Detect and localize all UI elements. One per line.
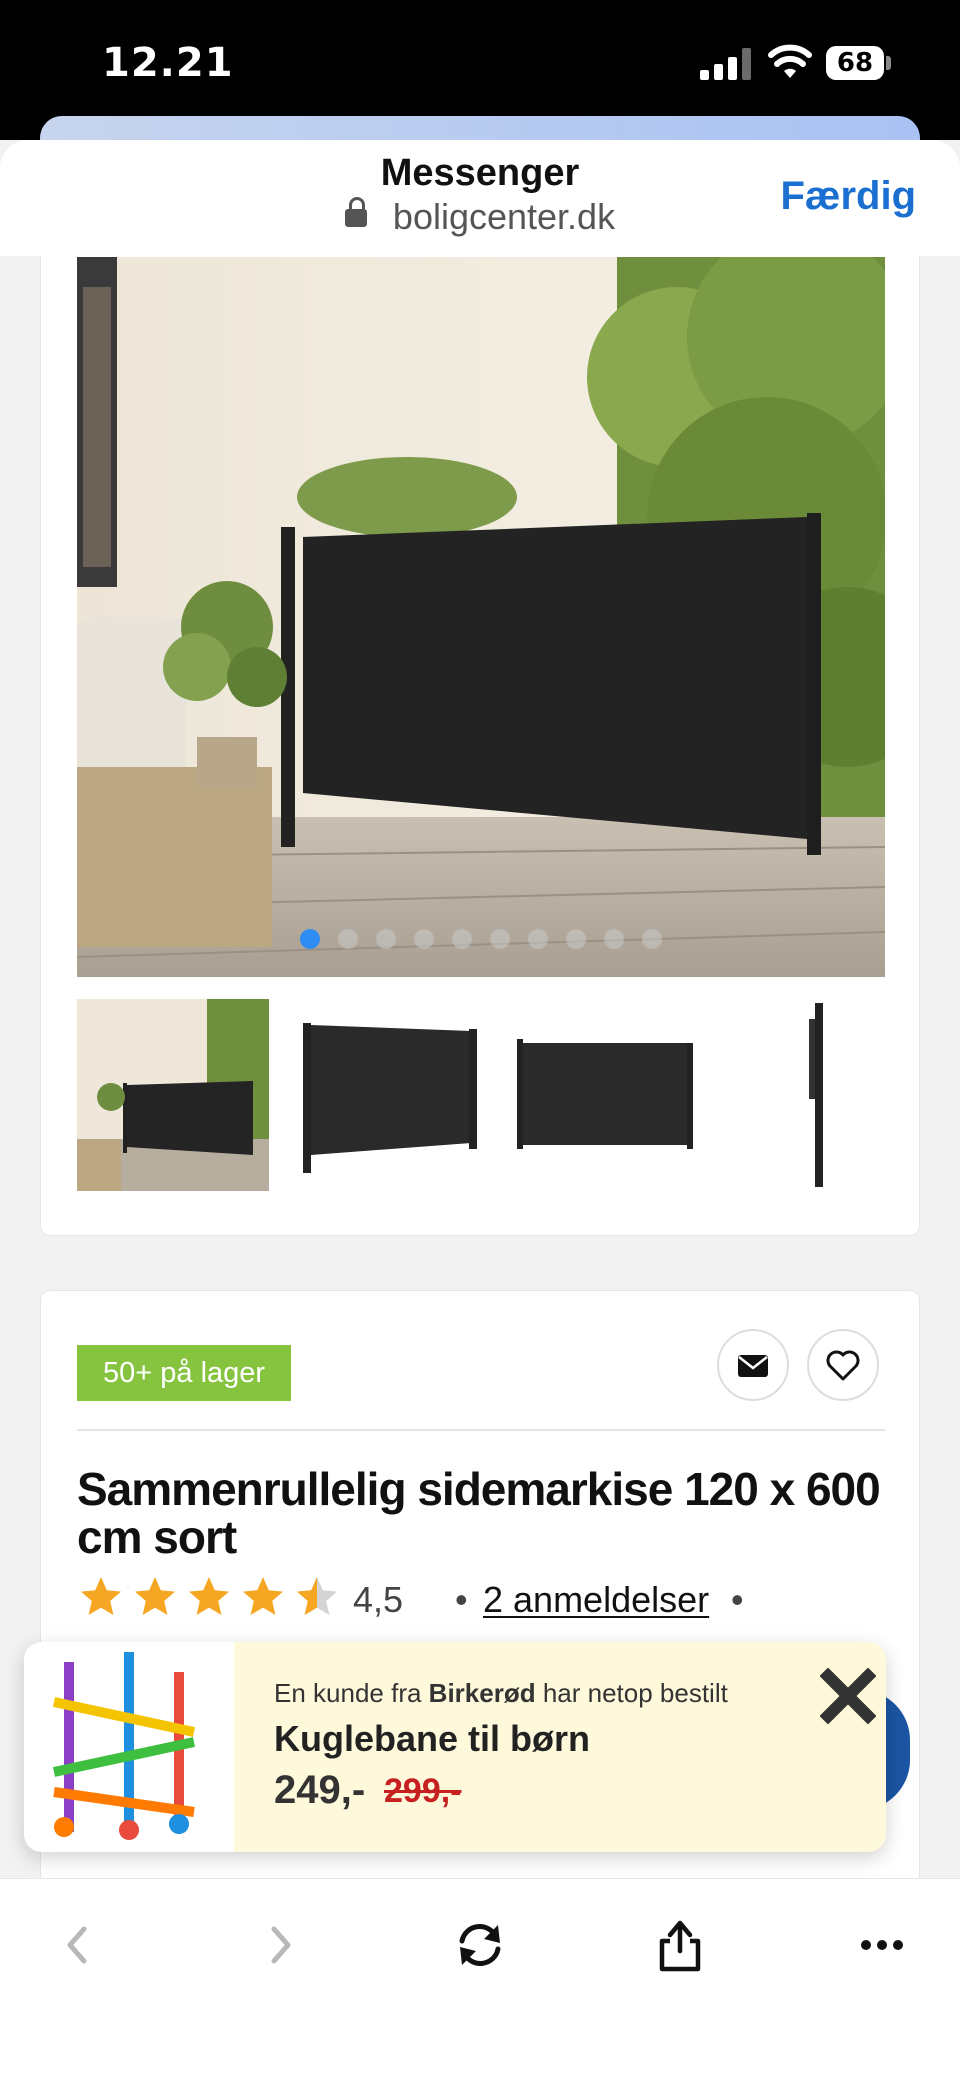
- star-icon: [135, 1577, 175, 1615]
- email-share-button[interactable]: [717, 1329, 789, 1401]
- back-icon[interactable]: [48, 1915, 108, 1975]
- product-photo: [77, 257, 885, 977]
- url-text: boligcenter.dk: [392, 196, 616, 237]
- gallery-dot[interactable]: [452, 929, 472, 949]
- toast-product-image: [24, 1642, 234, 1852]
- more-options-icon[interactable]: [852, 1915, 912, 1975]
- envelope-icon: [738, 1355, 768, 1377]
- gallery-dot[interactable]: [528, 929, 548, 949]
- recent-order-popup[interactable]: En kunde fra Birkerød har netop bestilt …: [24, 1642, 886, 1852]
- browser-toolbar: [0, 1878, 960, 2078]
- thumbnail-4[interactable]: [725, 999, 917, 1191]
- done-button[interactable]: Færdig: [780, 174, 916, 219]
- forward-icon[interactable]: [250, 1915, 310, 1975]
- reviews-link[interactable]: 2 anmeldelser: [483, 1579, 709, 1621]
- gallery-dot[interactable]: [566, 929, 586, 949]
- separator: •: [455, 1579, 468, 1620]
- toast-old-price: 299,-: [384, 1772, 462, 1810]
- star-icon: [189, 1577, 229, 1615]
- battery-icon: 68: [826, 46, 884, 80]
- battery-tip: [886, 56, 891, 70]
- divider: [77, 1429, 885, 1431]
- thumbnail-2[interactable]: [293, 999, 485, 1191]
- toast-prefix: En kunde fra: [274, 1678, 422, 1708]
- star-icon: [243, 1577, 283, 1615]
- gallery-dot[interactable]: [490, 929, 510, 949]
- web-page[interactable]: 50+ på lager Sammenrullelig sidemarkise …: [0, 256, 960, 1878]
- share-icon[interactable]: [650, 1915, 710, 1975]
- gallery-dot[interactable]: [604, 929, 624, 949]
- gallery-pagination: [77, 929, 885, 954]
- separator: •: [731, 1579, 744, 1620]
- toast-product-name: Kuglebane til børn: [274, 1718, 591, 1759]
- gallery-dot[interactable]: [376, 929, 396, 949]
- status-time: 12.21: [102, 40, 234, 86]
- wishlist-button[interactable]: [807, 1329, 879, 1401]
- thumbnail-3[interactable]: [509, 999, 701, 1191]
- rating-value: 4,5: [353, 1579, 404, 1620]
- wifi-icon: [768, 44, 812, 78]
- toast-city: Birkerød: [428, 1678, 536, 1708]
- close-icon[interactable]: [820, 1668, 876, 1724]
- product-title: Sammenrullelig sidemarkise 120 x 600 cm …: [77, 1463, 881, 1563]
- star-icon: [81, 1577, 121, 1615]
- gallery-dot[interactable]: [300, 929, 320, 949]
- thumbnail-1[interactable]: [77, 999, 269, 1191]
- gallery-dot[interactable]: [338, 929, 358, 949]
- toast-suffix: har netop bestilt: [542, 1678, 728, 1708]
- thumbnail-strip: [77, 999, 917, 1191]
- gallery-dot[interactable]: [414, 929, 434, 949]
- cellular-signal-icon: [700, 48, 752, 80]
- product-main-image[interactable]: [77, 257, 885, 977]
- stock-badge: 50+ på lager: [77, 1345, 292, 1401]
- half-star-icon: [297, 1577, 337, 1615]
- lock-icon: [344, 197, 367, 227]
- gallery-dot[interactable]: [642, 929, 662, 949]
- toast-price: 249,-: [274, 1768, 366, 1812]
- heart-icon: [826, 1350, 860, 1381]
- reload-icon[interactable]: [450, 1915, 510, 1975]
- toast-message: En kunde fra Birkerød har netop bestilt: [274, 1678, 728, 1709]
- in-app-browser-header: Messenger boligcenter.dk Færdig: [0, 140, 960, 256]
- product-gallery-card: [40, 256, 920, 1236]
